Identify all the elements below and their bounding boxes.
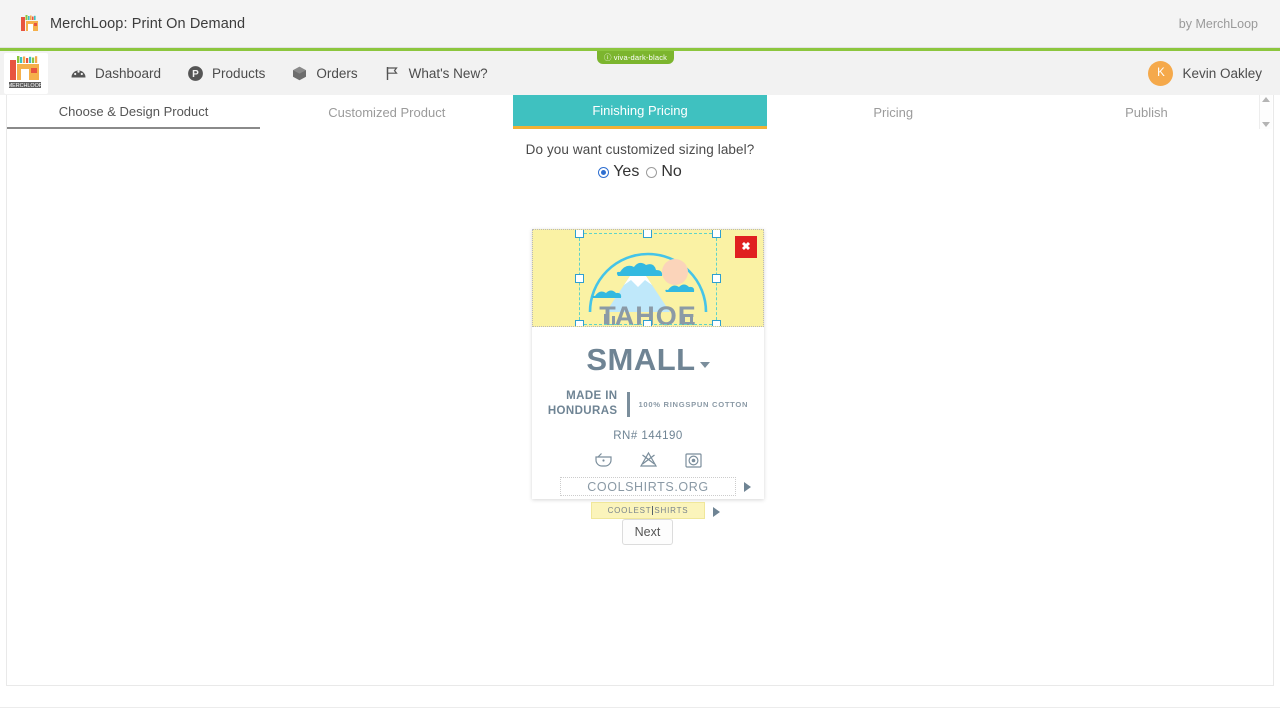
tab-label: Pricing (873, 104, 914, 120)
resize-handle-bottom-center[interactable] (643, 320, 652, 326)
wash-tub-icon (594, 451, 613, 470)
product-p-circle-icon: P (187, 65, 204, 82)
tagline-value-b: SHIRTS (654, 506, 689, 515)
nav-label-products: Products (212, 65, 266, 81)
title-bar-left: MerchLoop: Print On Demand (0, 14, 245, 34)
footer-divider (0, 707, 1280, 708)
env-badge-icon: ⓘ (604, 53, 612, 62)
resize-handle-top-center[interactable] (643, 230, 652, 238)
made-in-block: MADE IN HONDURAS (548, 389, 618, 419)
origin-material-row: MADE IN HONDURAS 100% RINGSPUN COTTON (532, 389, 764, 419)
material-text: 100% RINGSPUN COTTON (638, 399, 749, 409)
label-text-body: SMALL MADE IN HONDURAS 100% RINGSPUN COT… (532, 327, 764, 519)
label-artwork-zone[interactable]: TAHOE ✖ (532, 229, 764, 327)
website-value: COOLSHIRTS.ORG (587, 479, 709, 494)
flag-icon (384, 65, 401, 82)
tagline-field-play-arrow-icon[interactable] (713, 507, 720, 517)
env-badge: ⓘ viva-dark-black (597, 51, 675, 64)
speedometer-icon (70, 65, 87, 82)
user-menu[interactable]: K Kevin Oakley (1148, 60, 1280, 86)
brand-logo[interactable]: MERCHLOOP (4, 52, 48, 94)
content-card: Choose & Design Product Customized Produ… (6, 95, 1274, 686)
tab-choose-design-product[interactable]: Choose & Design Product (7, 95, 261, 129)
user-name-label: Kevin Oakley (1182, 65, 1262, 81)
title-bar-right: by MerchLoop (1179, 15, 1280, 33)
scroll-down-arrow-icon[interactable] (1262, 122, 1270, 127)
sizing-label-preview: TAHOE ✖ SMALL MADE IN HONDURAS 100% RING… (532, 229, 764, 519)
text-cursor (652, 506, 654, 515)
tab-pricing[interactable]: Pricing (766, 95, 1020, 129)
tab-label: Choose & Design Product (58, 103, 209, 119)
care-instructions-row (532, 451, 764, 470)
vertical-divider (626, 391, 630, 417)
made-in-line1: MADE IN (566, 390, 618, 402)
stepper-tabs: Choose & Design Product Customized Produ… (7, 95, 1274, 129)
nav-item-orders[interactable]: Orders (291, 65, 358, 82)
nav-label-dashboard: Dashboard (95, 65, 162, 81)
nav-item-dashboard[interactable]: Dashboard (70, 65, 161, 82)
radio-option-yes[interactable]: Yes (598, 163, 639, 181)
resize-handle-middle-left[interactable] (575, 274, 584, 283)
tab-label: Finishing Pricing (592, 103, 688, 118)
merchloop-shop-icon (20, 14, 40, 34)
next-button[interactable]: Next (622, 519, 673, 545)
radio-option-no[interactable]: No (646, 163, 682, 181)
radio-label-no: No (661, 163, 682, 180)
avatar: K (1148, 60, 1174, 86)
sizing-label-radio-group: Yes No (7, 163, 1273, 181)
nav-item-products[interactable]: P Products (187, 65, 265, 82)
app-title: MerchLoop: Print On Demand (50, 15, 246, 32)
radio-label-yes: Yes (613, 163, 640, 180)
browser-title-bar: MerchLoop: Print On Demand by MerchLoop (0, 0, 1280, 48)
artwork-selection-box[interactable] (579, 233, 717, 325)
tab-label: Customized Product (328, 104, 446, 120)
env-badge-label: viva-dark-black (613, 53, 668, 62)
resize-handle-top-right[interactable] (712, 230, 721, 238)
delete-artwork-button[interactable]: ✖ (735, 236, 757, 258)
vertical-scrollbar[interactable] (1259, 95, 1272, 129)
nav-label-orders: Orders (316, 65, 358, 81)
made-in-line2: HONDURAS (547, 405, 618, 417)
radio-dot-no (646, 166, 658, 178)
scroll-up-arrow-icon[interactable] (1262, 97, 1270, 102)
radio-dot-yes (598, 166, 610, 178)
chevron-down-icon[interactable] (699, 362, 710, 368)
tab-label: Publish (1125, 104, 1168, 120)
size-value: SMALL (586, 342, 696, 377)
resize-handle-bottom-left[interactable] (575, 320, 584, 326)
tumble-dry-icon (684, 451, 703, 470)
tagline-value-a: COOLEST (607, 506, 652, 515)
sizing-label-question: Do you want customized sizing label? (525, 142, 755, 157)
svg-text:MERCHLOOP: MERCHLOOP (8, 83, 43, 89)
svg-text:P: P (192, 69, 199, 80)
tab-customized-product[interactable]: Customized Product (260, 95, 514, 129)
size-selector[interactable]: SMALL (532, 342, 764, 378)
website-field[interactable]: COOLSHIRTS.ORG (560, 477, 751, 496)
resize-handle-top-left[interactable] (575, 230, 584, 238)
website-field-play-arrow-icon[interactable] (744, 482, 751, 492)
tagline-field[interactable]: COOLEST SHIRTS (591, 502, 720, 519)
resize-handle-bottom-right[interactable] (712, 320, 721, 326)
by-merchloop-label: by MerchLoop (1178, 16, 1258, 31)
main-nav: Dashboard P Products Orders What's New? (70, 65, 488, 82)
do-not-bleach-icon (639, 451, 658, 470)
nav-item-whats-new[interactable]: What's New? (384, 65, 488, 82)
nav-label-whats-new: What's New? (408, 65, 488, 81)
tab-publish[interactable]: Publish (1019, 95, 1274, 129)
step-body: Do you want customized sizing label? Yes… (7, 129, 1273, 685)
orders-package-icon (291, 65, 308, 82)
tab-finishing-pricing[interactable]: Finishing Pricing (513, 95, 767, 129)
resize-handle-middle-right[interactable] (712, 274, 721, 283)
rn-number: RN# 144190 (613, 430, 683, 442)
